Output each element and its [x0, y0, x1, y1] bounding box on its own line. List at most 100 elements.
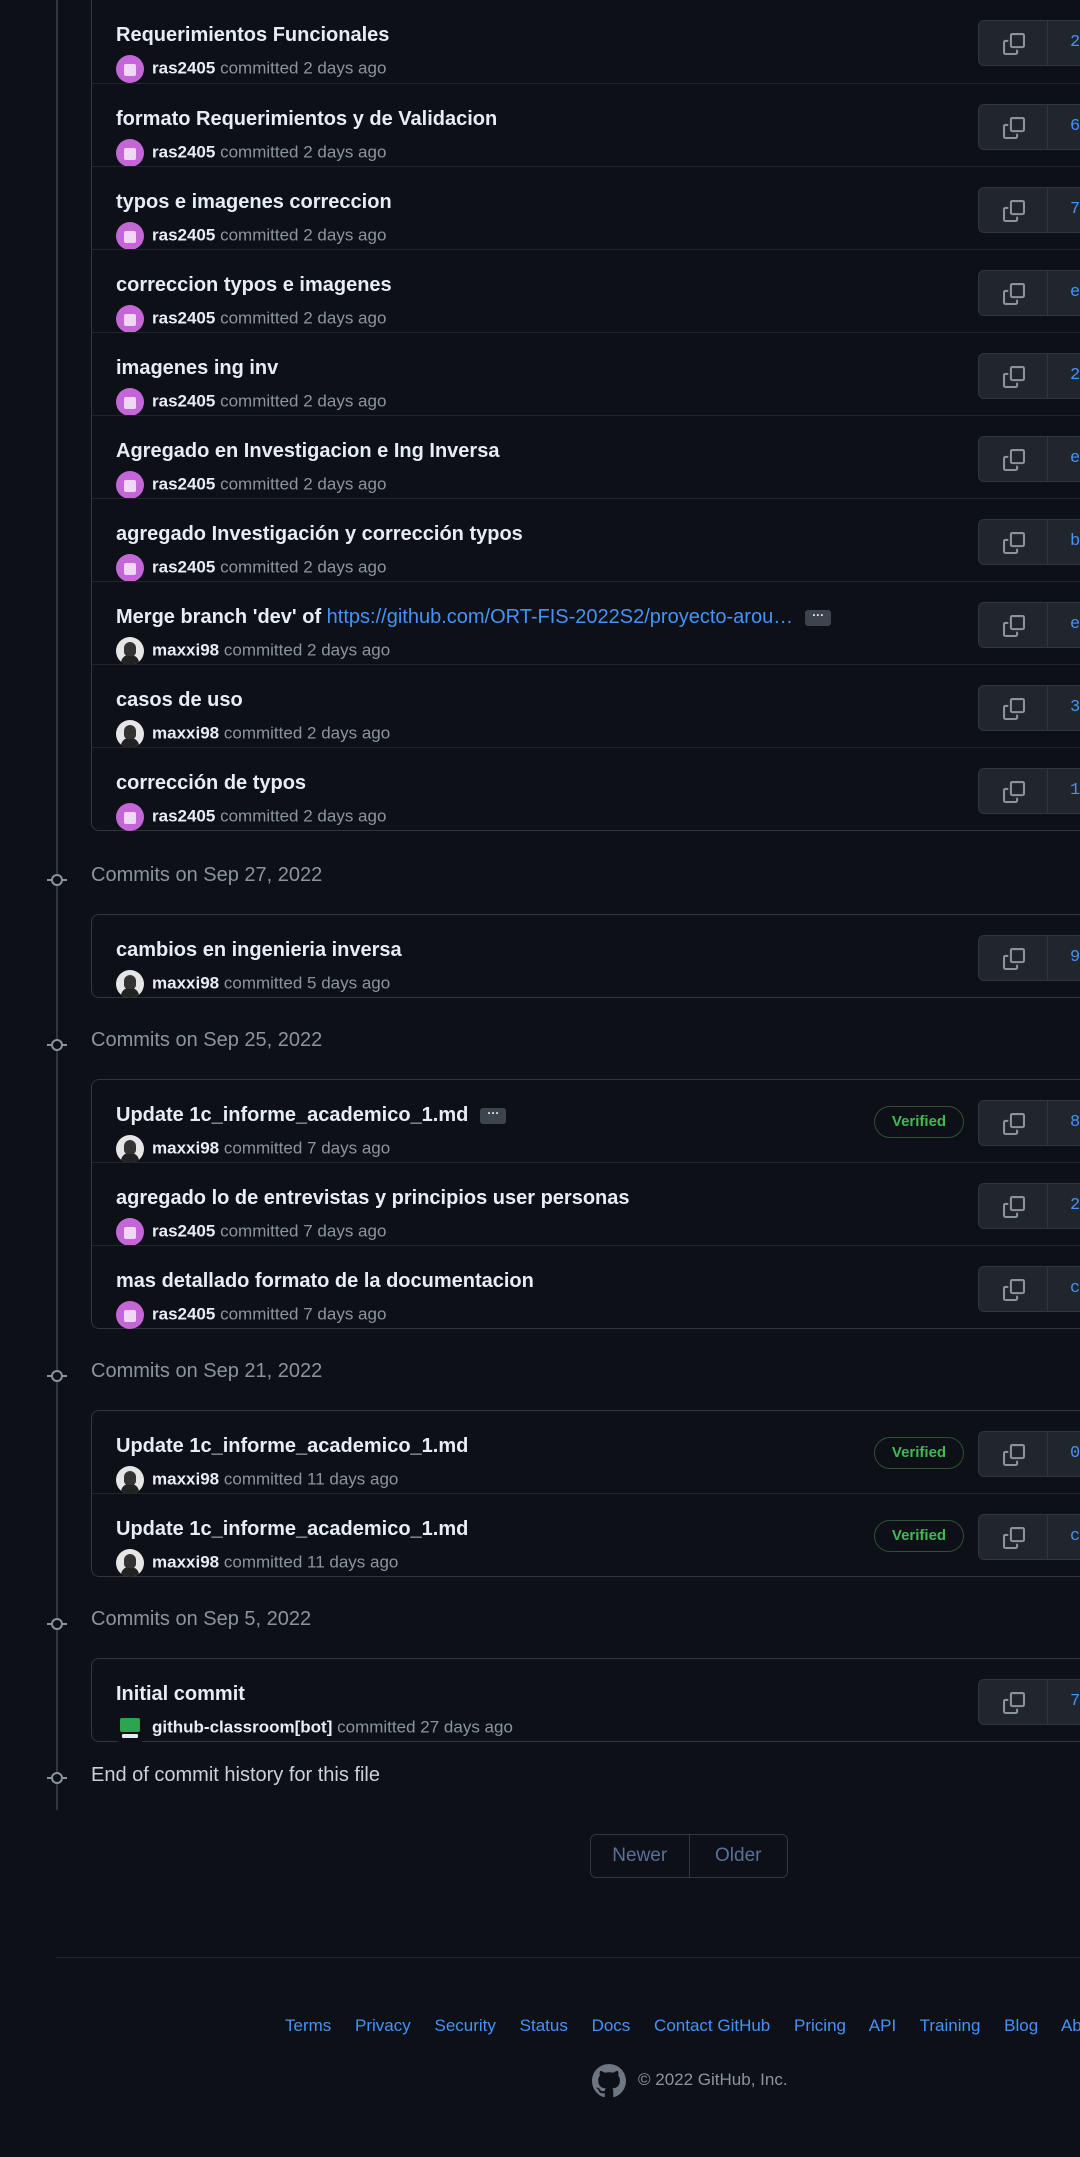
commit-message-link[interactable]: agregado Investigación y corrección typo…	[116, 523, 523, 545]
commit-author[interactable]: maxxi98	[152, 723, 219, 742]
commit-message-url[interactable]: https://github.com/ORT-FIS-2022S2/proyec…	[327, 606, 794, 628]
copy-sha-button[interactable]	[978, 768, 1048, 814]
commit-author[interactable]: maxxi98	[152, 640, 219, 659]
commit-sha-link[interactable]: 3	[1048, 685, 1080, 731]
commit-author[interactable]: ras2405	[152, 308, 215, 327]
newer-button[interactable]: Newer	[591, 1835, 690, 1877]
commit-author[interactable]: maxxi98	[152, 1138, 219, 1157]
commit-author[interactable]: github-classroom[bot]	[152, 1717, 332, 1736]
copy-sha-button[interactable]	[978, 1100, 1048, 1146]
commit-sha-link[interactable]: c	[1048, 1266, 1080, 1312]
avatar[interactable]	[116, 1549, 144, 1577]
commit-sha-link[interactable]: e	[1048, 270, 1080, 316]
commit-author[interactable]: ras2405	[152, 391, 215, 410]
commit-message-link[interactable]: Merge branch 'dev' of	[116, 606, 327, 628]
avatar[interactable]	[116, 388, 144, 416]
copy-sha-button[interactable]	[978, 187, 1048, 233]
avatar[interactable]	[116, 139, 144, 167]
expand-message-button[interactable]: ···	[805, 609, 832, 626]
verified-badge[interactable]: Verified	[874, 1437, 964, 1469]
commit-author[interactable]: maxxi98	[152, 1552, 219, 1571]
commit-message-link[interactable]: cambios en ingenieria inversa	[116, 939, 402, 961]
commit-message-link[interactable]: Update 1c_informe_academico_1.md	[116, 1518, 468, 1540]
github-logo-icon[interactable]	[592, 2064, 626, 2098]
copy-sha-button[interactable]	[978, 1183, 1048, 1229]
commit-sha-link[interactable]: 7	[1048, 1679, 1080, 1725]
copy-sha-button[interactable]	[978, 270, 1048, 316]
avatar[interactable]	[116, 1135, 144, 1163]
copy-sha-button[interactable]	[978, 685, 1048, 731]
commit-author[interactable]: ras2405	[152, 1221, 215, 1240]
footer-link-terms[interactable]: Terms	[285, 2016, 331, 2035]
commit-sha-link[interactable]: 7	[1048, 187, 1080, 233]
footer-link-about[interactable]: About	[1061, 2016, 1080, 2035]
commit-sha-link[interactable]: 0	[1048, 1431, 1080, 1477]
commit-sha-link[interactable]: 2	[1048, 1183, 1080, 1229]
commit-message-link[interactable]: typos e imagenes correccion	[116, 191, 392, 213]
commit-sha-link[interactable]: e	[1048, 602, 1080, 648]
footer-link-status[interactable]: Status	[520, 2016, 568, 2035]
commit-sha-link[interactable]: 8	[1048, 1100, 1080, 1146]
footer-link-docs[interactable]: Docs	[592, 2016, 631, 2035]
commit-sha-link[interactable]: 2	[1048, 20, 1080, 66]
avatar[interactable]	[116, 554, 144, 582]
commit-message-link[interactable]: casos de uso	[116, 689, 243, 711]
verified-badge[interactable]: Verified	[874, 1520, 964, 1552]
footer-link-pricing[interactable]: Pricing	[794, 2016, 846, 2035]
commit-sha-link[interactable]: e	[1048, 436, 1080, 482]
footer-link-contact[interactable]: Contact GitHub	[654, 2016, 770, 2035]
copy-sha-button[interactable]	[978, 519, 1048, 565]
commit-sha-link[interactable]: 1	[1048, 768, 1080, 814]
copy-sha-button[interactable]	[978, 104, 1048, 150]
commit-message-link[interactable]: correccion typos e imagenes	[116, 274, 392, 296]
avatar[interactable]	[116, 970, 144, 998]
commit-author[interactable]: maxxi98	[152, 973, 219, 992]
commit-sha-link[interactable]: c	[1048, 1514, 1080, 1560]
commit-author[interactable]: ras2405	[152, 58, 215, 77]
copy-sha-button[interactable]	[978, 935, 1048, 981]
avatar[interactable]	[116, 1466, 144, 1494]
footer-link-privacy[interactable]: Privacy	[355, 2016, 411, 2035]
avatar[interactable]	[116, 1714, 144, 1742]
copy-sha-button[interactable]	[978, 20, 1048, 66]
commit-author[interactable]: ras2405	[152, 142, 215, 161]
avatar[interactable]	[116, 55, 144, 83]
footer-link-api[interactable]: API	[869, 2016, 896, 2035]
commit-message-link[interactable]: Update 1c_informe_academico_1.md	[116, 1435, 468, 1457]
commit-sha-link[interactable]: 9	[1048, 935, 1080, 981]
commit-message-link[interactable]: Requerimientos Funcionales	[116, 24, 389, 46]
commit-author[interactable]: ras2405	[152, 225, 215, 244]
commit-message-link[interactable]: formato Requerimientos y de Validacion	[116, 108, 497, 130]
commit-sha-link[interactable]: b	[1048, 519, 1080, 565]
avatar[interactable]	[116, 1218, 144, 1246]
copy-sha-button[interactable]	[978, 1514, 1048, 1560]
avatar[interactable]	[116, 222, 144, 250]
commit-author[interactable]: maxxi98	[152, 1469, 219, 1488]
avatar[interactable]	[116, 1301, 144, 1329]
commit-message-link[interactable]: agregado lo de entrevistas y principios …	[116, 1187, 630, 1209]
commit-message-link[interactable]: Initial commit	[116, 1683, 245, 1705]
commit-message-link[interactable]: imagenes ing inv	[116, 357, 278, 379]
footer-link-security[interactable]: Security	[434, 2016, 495, 2035]
copy-sha-button[interactable]	[978, 1431, 1048, 1477]
copy-sha-button[interactable]	[978, 1266, 1048, 1312]
copy-sha-button[interactable]	[978, 436, 1048, 482]
copy-sha-button[interactable]	[978, 602, 1048, 648]
footer-link-training[interactable]: Training	[920, 2016, 981, 2035]
commit-message-link[interactable]: Agregado en Investigacion e Ing Inversa	[116, 440, 499, 462]
commit-author[interactable]: ras2405	[152, 557, 215, 576]
commit-message-link[interactable]: mas detallado formato de la documentacio…	[116, 1270, 534, 1292]
verified-badge[interactable]: Verified	[874, 1106, 964, 1138]
avatar[interactable]	[116, 720, 144, 748]
avatar[interactable]	[116, 305, 144, 333]
expand-message-button[interactable]: ···	[480, 1107, 507, 1124]
commit-message-link[interactable]: corrección de typos	[116, 772, 306, 794]
avatar[interactable]	[116, 471, 144, 499]
copy-sha-button[interactable]	[978, 353, 1048, 399]
commit-author[interactable]: ras2405	[152, 1304, 215, 1323]
commit-author[interactable]: ras2405	[152, 806, 215, 825]
copy-sha-button[interactable]	[978, 1679, 1048, 1725]
footer-link-blog[interactable]: Blog	[1004, 2016, 1038, 2035]
commit-sha-link[interactable]: 2	[1048, 353, 1080, 399]
avatar[interactable]	[116, 803, 144, 831]
